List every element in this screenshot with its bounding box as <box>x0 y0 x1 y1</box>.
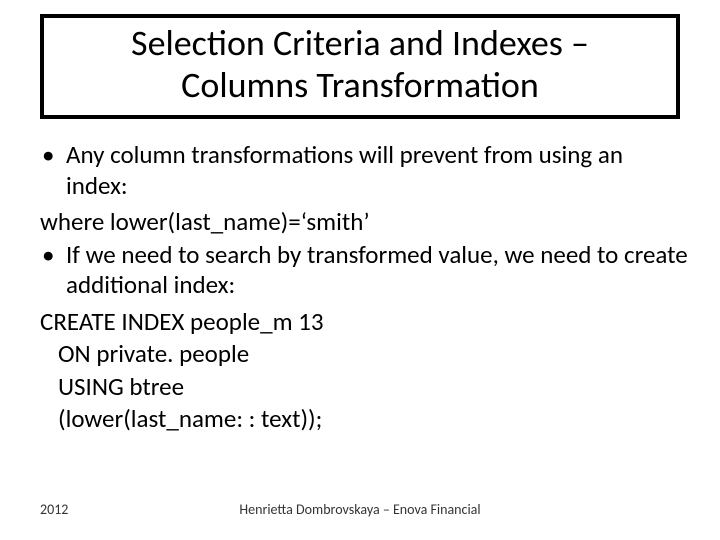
sql-line-4: (lower(last_name: : text)); <box>40 404 690 435</box>
slide-body: • Any column transformations will preven… <box>40 138 690 437</box>
bullet-dot-icon: • <box>40 140 66 201</box>
sql-line-2: ON private. people <box>40 339 690 370</box>
bullet-text: Any column transformations will prevent … <box>66 140 690 201</box>
title-box: Selection Criteria and Indexes – Columns… <box>40 14 680 119</box>
bullet-text: If we need to search by transformed valu… <box>66 240 690 301</box>
slide: Selection Criteria and Indexes – Columns… <box>0 0 720 540</box>
sql-line-3: USING btree <box>40 372 690 403</box>
bullet-item: • If we need to search by transformed va… <box>40 240 690 301</box>
title-line-1: Selection Criteria and Indexes – <box>131 21 589 65</box>
code-where-line: where lower(last_name)=‘smith’ <box>40 207 690 238</box>
title-line-2: Columns Transformation <box>181 63 539 107</box>
slide-title: Selection Criteria and Indexes – Columns… <box>56 22 664 107</box>
bullet-dot-icon: • <box>40 240 66 301</box>
footer-credit: Henrietta Dombrovskaya – Enova Financial <box>0 501 720 518</box>
sql-line-1: CREATE INDEX people_m 13 <box>40 307 690 338</box>
bullet-item: • Any column transformations will preven… <box>40 140 690 201</box>
